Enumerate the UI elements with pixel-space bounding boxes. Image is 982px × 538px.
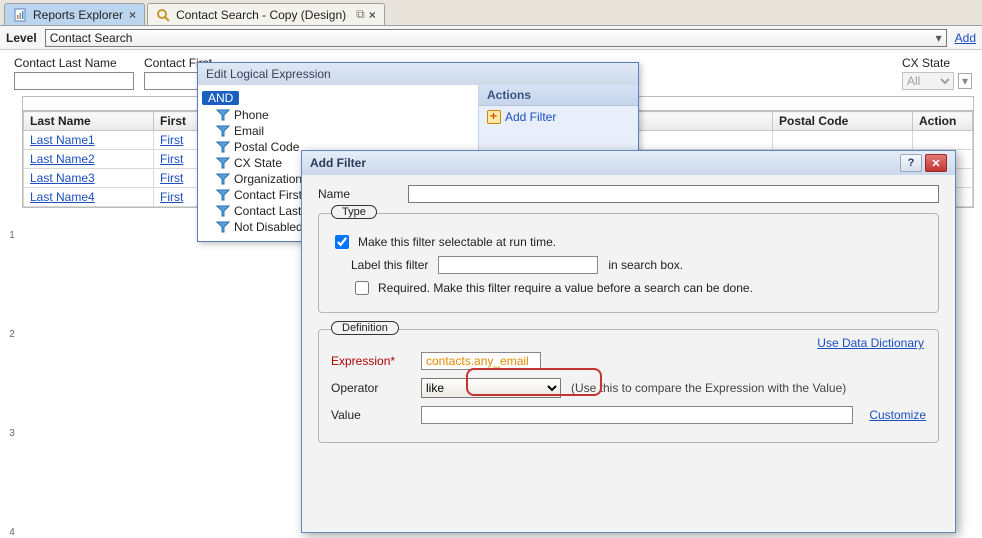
close-button[interactable]: ✕ [925, 154, 947, 172]
tab-label: Contact Search - Copy (Design) [176, 8, 346, 22]
popout-icon[interactable]: ⧉ [356, 7, 365, 22]
col-action[interactable]: Action [913, 112, 973, 131]
search-icon [156, 8, 170, 22]
filter-last-name: Contact Last Name [14, 56, 134, 90]
filter-icon [216, 188, 230, 202]
name-label: Name [318, 187, 398, 201]
required-checkbox[interactable] [355, 281, 369, 295]
dropdown-icon[interactable]: ▾ [958, 73, 972, 89]
dialog-title: Add Filter [310, 156, 366, 170]
tree-node[interactable]: Phone [216, 107, 474, 123]
col-last-name[interactable]: Last Name [24, 112, 154, 131]
level-bar: Level Contact Search Add [0, 26, 982, 50]
operator-hint: (Use this to compare the Expression with… [571, 381, 846, 395]
tab-label: Reports Explorer [33, 8, 123, 22]
label-filter-text-a: Label this filter [351, 258, 428, 272]
expression-label: Expression* [331, 354, 411, 368]
label-filter-text-b: in search box. [608, 258, 683, 272]
action-add-filter[interactable]: Add Filter [479, 106, 638, 128]
selectable-checkbox[interactable] [335, 235, 349, 249]
filter-icon [216, 204, 230, 218]
add-level-link[interactable]: Add [955, 31, 976, 45]
required-label: Required. Make this filter require a val… [378, 281, 753, 295]
dialog-title: Edit Logical Expression [206, 67, 331, 81]
filter-icon [216, 172, 230, 186]
actions-header: Actions [479, 85, 638, 106]
tree-root-and[interactable]: AND [202, 91, 239, 105]
type-group: Type Make this filter selectable at run … [318, 213, 939, 313]
last-name-input[interactable] [14, 72, 134, 90]
filter-icon [216, 140, 230, 154]
selectable-label: Make this filter selectable at run time. [358, 235, 556, 249]
cx-state-select[interactable]: All [902, 72, 954, 90]
label-filter-input[interactable] [438, 256, 598, 274]
plus-icon [487, 110, 501, 124]
value-label: Value [331, 408, 411, 422]
tree-node[interactable]: Email [216, 123, 474, 139]
close-icon[interactable]: × [369, 8, 376, 22]
use-data-dictionary-link[interactable]: Use Data Dictionary [817, 336, 924, 350]
col-postal[interactable]: Postal Code [773, 112, 913, 131]
definition-legend: Definition [331, 321, 399, 335]
filter-icon [216, 156, 230, 170]
tab-contact-search-design[interactable]: Contact Search - Copy (Design) ⧉ × [147, 3, 385, 25]
field-label: CX State [902, 56, 972, 70]
add-filter-dialog: Add Filter ? ✕ Name Type Make this filte… [301, 150, 956, 533]
filter-cx-state: CX State All ▾ [902, 56, 972, 90]
level-label: Level [6, 31, 37, 45]
filter-icon [216, 124, 230, 138]
expression-input[interactable] [421, 352, 541, 370]
customize-link[interactable]: Customize [869, 408, 926, 422]
vertical-ruler: 1 2 3 4 [2, 142, 22, 522]
dialog-titlebar[interactable]: Add Filter ? ✕ [302, 151, 955, 175]
operator-label: Operator [331, 381, 411, 395]
operator-select[interactable]: like [421, 378, 561, 398]
filter-icon [216, 108, 230, 122]
report-icon [13, 8, 27, 22]
level-select[interactable]: Contact Search [45, 29, 947, 47]
field-label: Contact Last Name [14, 56, 134, 70]
help-button[interactable]: ? [900, 154, 922, 172]
level-value: Contact Search [50, 31, 133, 45]
tab-reports-explorer[interactable]: Reports Explorer × [4, 3, 145, 25]
filter-icon [216, 220, 230, 234]
type-legend: Type [331, 205, 377, 219]
dialog-titlebar[interactable]: Edit Logical Expression [198, 63, 638, 85]
document-tabs: Reports Explorer × Contact Search - Copy… [0, 0, 982, 26]
value-input[interactable] [421, 406, 853, 424]
definition-group: Definition Use Data Dictionary Expressio… [318, 329, 939, 443]
name-input[interactable] [408, 185, 939, 203]
close-icon[interactable]: × [129, 8, 136, 22]
